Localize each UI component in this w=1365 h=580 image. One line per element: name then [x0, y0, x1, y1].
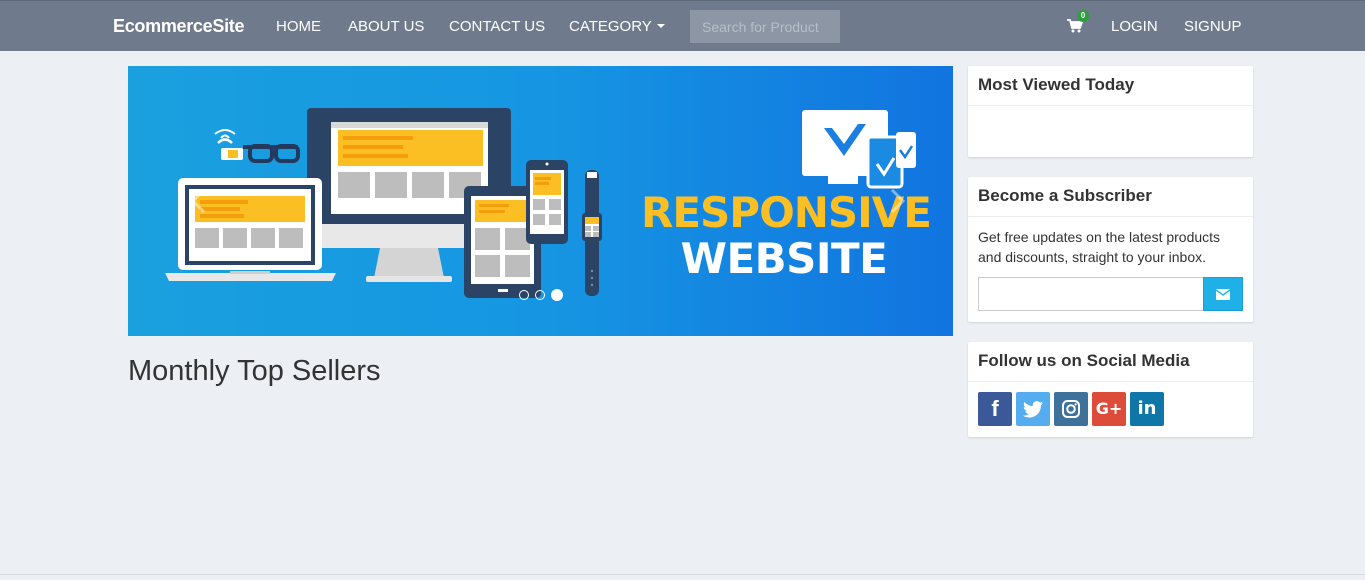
top-navbar: EcommerceSite HOME ABOUT US CONTACT US C… — [0, 0, 1365, 51]
most-viewed-panel: Most Viewed Today — [968, 66, 1253, 157]
smartwatch-icon — [582, 170, 602, 296]
social-icons-row: f G+ in — [978, 392, 1243, 426]
facebook-icon[interactable]: f — [978, 392, 1012, 426]
signup-link[interactable]: SIGNUP — [1184, 18, 1242, 35]
nav-home[interactable]: HOME — [276, 18, 321, 35]
google-plus-icon[interactable]: G+ — [1092, 392, 1126, 426]
twitter-icon[interactable] — [1016, 392, 1050, 426]
page-bottom-border — [0, 574, 1365, 575]
carousel-indicator[interactable] — [519, 290, 529, 300]
carousel-indicators — [519, 289, 563, 301]
subscriber-description: Get free updates on the latest products … — [978, 229, 1221, 265]
login-link[interactable]: LOGIN — [1111, 18, 1158, 35]
subscriber-email-input[interactable] — [978, 277, 1204, 311]
carousel-next-chevron-icon[interactable] — [882, 186, 912, 216]
nav-category-label: CATEGORY — [569, 18, 652, 35]
social-media-title: Follow us on Social Media — [968, 342, 1253, 382]
hero-carousel: RESPONSIVE WEBSITE — [128, 66, 953, 336]
most-viewed-title: Most Viewed Today — [968, 66, 1253, 106]
search-input[interactable] — [690, 10, 840, 43]
nav-contact-us[interactable]: CONTACT US — [449, 18, 545, 35]
subscriber-panel: Become a Subscriber Get free updates on … — [968, 177, 1253, 322]
subscribe-button[interactable] — [1203, 277, 1243, 311]
social-media-panel: Follow us on Social Media f G+ in — [968, 342, 1253, 437]
nav-category-dropdown[interactable]: CATEGORY — [569, 18, 665, 35]
subscriber-title: Become a Subscriber — [968, 177, 1253, 217]
smartphone-icon — [526, 160, 568, 244]
carousel-indicator[interactable] — [535, 290, 545, 300]
envelope-icon — [1216, 288, 1231, 300]
carousel-indicator-active[interactable] — [551, 289, 563, 301]
promo-headline-line2: WEBSITE — [680, 234, 888, 283]
checkmark-devices-icon — [802, 110, 916, 189]
brand-logo[interactable]: EcommerceSite — [113, 16, 244, 37]
smart-glasses-icon — [214, 129, 300, 163]
monthly-top-sellers-heading: Monthly Top Sellers — [128, 355, 381, 387]
linkedin-icon[interactable]: in — [1130, 392, 1164, 426]
caret-down-icon — [656, 24, 665, 29]
cart-count-badge: 0 — [1077, 10, 1089, 22]
nav-about-us[interactable]: ABOUT US — [348, 18, 424, 35]
instagram-icon[interactable] — [1054, 392, 1088, 426]
carousel-prev-chevron-icon[interactable] — [184, 186, 214, 216]
